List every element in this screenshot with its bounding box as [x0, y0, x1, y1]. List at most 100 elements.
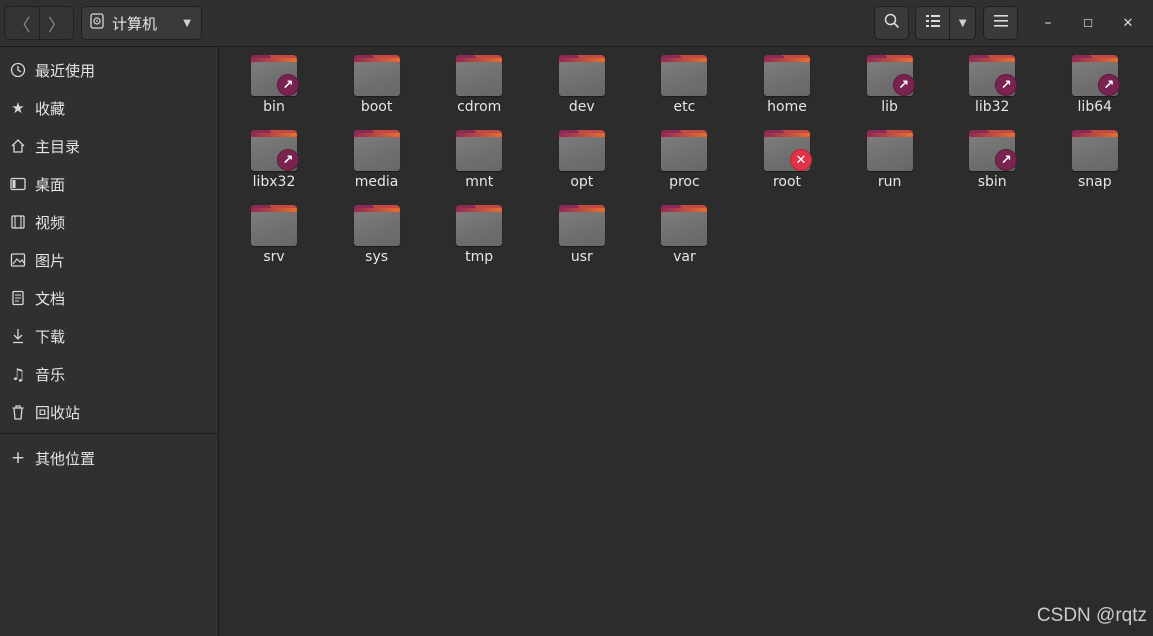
view-options-button[interactable]: ▼: [949, 7, 975, 39]
folder-item[interactable]: ↗ lib32: [947, 47, 1037, 115]
folder-label: opt: [570, 174, 594, 190]
sidebar-item-home[interactable]: 主目录: [0, 128, 218, 164]
maximize-icon: ☐: [1083, 16, 1093, 30]
folder-icon: [353, 130, 401, 172]
star-icon: ★: [11, 99, 25, 117]
sidebar-item-label: 下载: [35, 327, 66, 346]
minimize-button[interactable]: –: [1033, 8, 1063, 38]
folder-item[interactable]: dev: [537, 47, 627, 115]
folder-item[interactable]: sys: [332, 197, 422, 265]
folder-label: dev: [568, 99, 595, 115]
home-icon: [10, 138, 26, 154]
file-grid: ↗ bin boot cdrom dev etc home ↗ lib ↗ lib32 ↗ lib64 ↗…: [220, 47, 1153, 636]
sidebar-item-label: 文档: [35, 289, 66, 308]
location-label: 计算机: [112, 14, 158, 33]
video-icon: [10, 214, 26, 230]
folder-label: media: [354, 174, 399, 190]
folder-item[interactable]: proc: [639, 122, 729, 190]
folder-icon: ↗: [250, 130, 299, 172]
sidebar-item-downloads[interactable]: 下载: [0, 318, 218, 354]
close-button[interactable]: ✕: [1113, 8, 1143, 38]
sidebar-item-pictures[interactable]: 图片: [0, 242, 218, 278]
folder-item[interactable]: home: [742, 47, 832, 115]
folder-item[interactable]: boot: [332, 47, 422, 115]
desktop-icon: [10, 176, 26, 192]
symlink-arrow-icon: ↗: [892, 74, 915, 96]
sidebar-item-desktop[interactable]: 桌面: [0, 166, 218, 202]
folder-icon: [250, 205, 298, 247]
folder-item[interactable]: mnt: [434, 122, 524, 190]
location-button[interactable]: 计算机 ▼: [81, 6, 202, 40]
trash-icon: [10, 404, 26, 420]
folder-item[interactable]: ↗ libx32: [229, 122, 319, 190]
folder-label: root: [772, 174, 802, 190]
folder-icon: [353, 205, 401, 247]
sidebar-item-label: 主目录: [35, 137, 81, 156]
folder-icon: [866, 130, 914, 172]
folder-icon: [558, 205, 606, 247]
list-view-button[interactable]: [916, 7, 949, 39]
search-button[interactable]: [874, 6, 909, 40]
folder-label: usr: [570, 249, 593, 265]
sidebar-item-label: 图片: [35, 251, 66, 270]
dropdown-arrow-icon: ▼: [183, 17, 191, 29]
menu-button[interactable]: [983, 6, 1018, 40]
folder-label: boot: [360, 99, 393, 115]
folder-item[interactable]: ↗ sbin: [947, 122, 1037, 190]
folder-icon: ↗: [866, 55, 915, 97]
sidebar-item-label: 视频: [35, 213, 66, 232]
folder-item[interactable]: opt: [537, 122, 627, 190]
drive-icon: [90, 13, 104, 33]
folder-item[interactable]: ↗ lib: [845, 47, 935, 115]
header-bar: 〈 〉 计算机 ▼ ▼ – ☐ ✕: [0, 0, 1153, 47]
folder-item[interactable]: cdrom: [434, 47, 524, 115]
hamburger-icon: [993, 15, 1008, 31]
download-icon: [10, 328, 26, 344]
sidebar-item-label: 最近使用: [35, 61, 96, 80]
folder-label: snap: [1077, 174, 1112, 190]
folder-item[interactable]: ↗ bin: [229, 47, 319, 115]
sidebar-item-label: 桌面: [35, 175, 66, 194]
sidebar-item-other-locations[interactable]: + 其他位置: [0, 440, 218, 476]
sidebar-item-recent[interactable]: 最近使用: [0, 52, 218, 88]
folder-item[interactable]: srv: [229, 197, 319, 265]
list-view-icon: [925, 15, 940, 31]
folder-label: tmp: [465, 249, 494, 265]
folder-icon: [353, 55, 401, 97]
folder-label: mnt: [465, 174, 494, 190]
folder-item[interactable]: ✕ root: [742, 122, 832, 190]
clock-icon: [10, 62, 26, 78]
folder-item[interactable]: tmp: [434, 197, 524, 265]
sidebar-item-label: 其他位置: [35, 449, 96, 468]
symlink-arrow-icon: ↗: [277, 74, 299, 96]
folder-icon: [455, 55, 503, 97]
folder-item[interactable]: etc: [639, 47, 729, 115]
folder-icon: ↗: [968, 130, 1018, 172]
folder-icon: [558, 130, 606, 172]
sidebar-item-label: 回收站: [35, 403, 81, 422]
sidebar-item-videos[interactable]: 视频: [0, 204, 218, 240]
search-icon: [884, 13, 900, 33]
sidebar-item-label: 收藏: [35, 99, 66, 118]
view-toggle: ▼: [915, 6, 976, 40]
folder-label: run: [877, 174, 902, 190]
folder-item[interactable]: usr: [537, 197, 627, 265]
sidebar-item-music[interactable]: ♫ 音乐: [0, 356, 218, 392]
sidebar-item-documents[interactable]: 文档: [0, 280, 218, 316]
folder-item[interactable]: ↗ lib64: [1050, 47, 1140, 115]
sidebar-item-trash[interactable]: 回收站: [0, 394, 218, 430]
folder-label: sys: [365, 249, 389, 265]
folder-item[interactable]: var: [639, 197, 729, 265]
sidebar-item-starred[interactable]: ★ 收藏: [0, 90, 218, 126]
back-button[interactable]: 〈: [5, 7, 39, 39]
maximize-button[interactable]: ☐: [1073, 8, 1103, 38]
folder-icon: [763, 55, 811, 97]
folder-item[interactable]: media: [332, 122, 422, 190]
folder-icon: ↗: [1071, 55, 1120, 97]
folder-icon: [1071, 130, 1119, 172]
folder-item[interactable]: run: [845, 122, 935, 190]
folder-item[interactable]: snap: [1050, 122, 1140, 190]
music-icon: ♫: [10, 364, 26, 384]
close-icon: ✕: [1122, 15, 1134, 31]
forward-button[interactable]: 〉: [38, 7, 73, 39]
